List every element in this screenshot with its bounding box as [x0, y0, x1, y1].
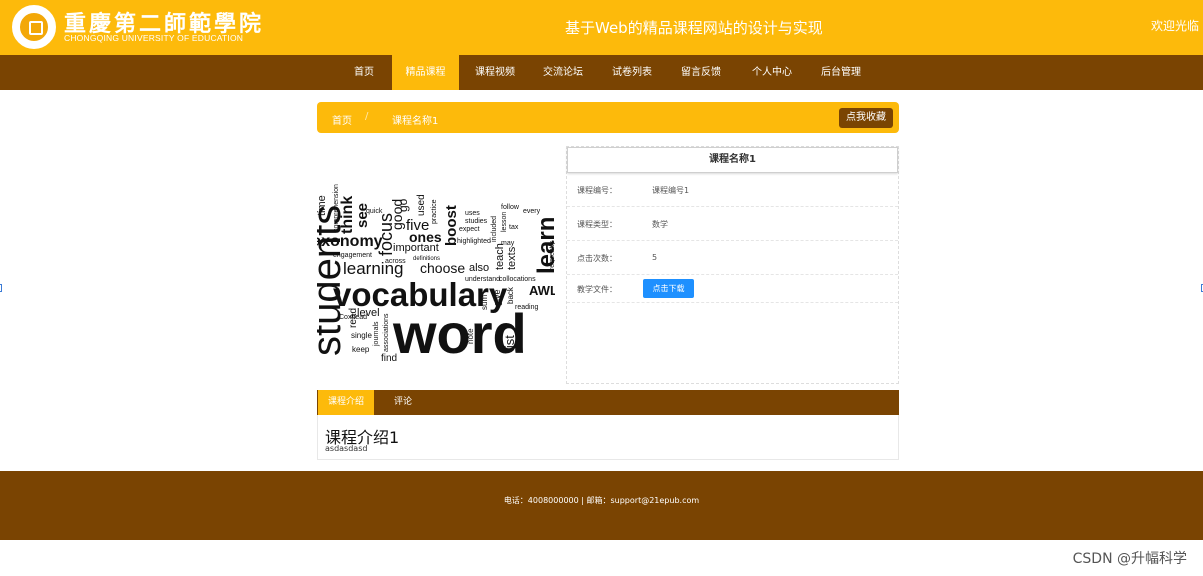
breadcrumb: 首页 / 课程名称1 点我收藏	[317, 102, 899, 133]
intro-text: asdasdasd	[325, 444, 368, 453]
field-label: 点击次数：	[577, 254, 617, 263]
info-row-clicks: 点击次数： 5	[567, 241, 898, 275]
cloud-word: keep	[352, 345, 370, 354]
cloud-word: expect	[459, 226, 480, 233]
cloud-word: choose	[420, 260, 466, 276]
cloud-word: time	[317, 195, 328, 216]
field-value: 数学	[652, 220, 668, 229]
tab-course-intro[interactable]: 课程介绍	[318, 390, 374, 415]
cloud-word: collocations	[499, 276, 536, 283]
cloud-word: frequently	[549, 241, 555, 272]
download-button[interactable]: 点击下载	[643, 279, 694, 298]
cloud-word: teach	[494, 243, 506, 270]
welcome-text: 欢迎光临	[1150, 19, 1199, 33]
cloud-word: included	[491, 215, 498, 242]
nav-item-home[interactable]: 首页	[342, 55, 386, 90]
course-cover-image: students vocabulary word learning focus …	[317, 146, 555, 374]
nav-item-exams[interactable]: 试卷列表	[603, 55, 661, 90]
breadcrumb-home[interactable]: 首页	[332, 112, 352, 127]
tab-comments[interactable]: 评论	[383, 390, 423, 415]
cloud-word: sum	[480, 294, 489, 310]
field-value: 5	[652, 253, 658, 262]
cloud-word: AWL	[529, 283, 555, 298]
favorite-button[interactable]: 点我收藏	[839, 108, 893, 128]
course-title: 课程名称1	[567, 147, 898, 173]
nav-item-videos[interactable]: 课程视频	[466, 55, 524, 90]
resize-handle-left[interactable]	[0, 284, 2, 292]
school-logo[interactable]	[12, 5, 56, 49]
cloud-word: note	[466, 328, 475, 344]
field-label: 教学文件：	[577, 285, 617, 294]
cloud-word: Coxhead	[339, 314, 368, 321]
school-name-en: CHONGQING UNIVERSITY OF EDUCATION	[64, 33, 244, 43]
cloud-word: single	[351, 331, 372, 340]
field-label: 课程类型：	[577, 220, 617, 229]
cloud-word: reading	[515, 304, 539, 311]
nav-item-feedback[interactable]: 留言反馈	[672, 55, 730, 90]
cloud-word: across	[385, 258, 406, 265]
course-info-panel: 课程名称1 课程编号： 课程编号1 课程类型： 数学 点击次数： 5 教学文件：…	[566, 146, 899, 384]
info-row-file: 教学文件： 点击下载	[567, 275, 898, 303]
cloud-word: used	[416, 194, 427, 216]
footer-contact: 电话：4008000000 | 邮箱：support@21epub.com	[503, 496, 700, 505]
cloud-word: engagement	[333, 252, 372, 259]
course-tabs: 课程介绍 评论	[317, 390, 899, 415]
cloud-word: go	[396, 198, 410, 212]
cloud-word: ones	[409, 229, 442, 245]
cloud-word: every	[523, 208, 541, 215]
cloud-word: uses	[465, 210, 480, 217]
cloud-word: taxonomy	[317, 233, 383, 250]
nav-item-forum[interactable]: 交流论坛	[534, 55, 592, 90]
site-footer: 电话：4008000000 | 邮箱：support@21epub.com	[0, 471, 1203, 540]
cloud-word: texts	[506, 246, 518, 270]
nav-item-courses[interactable]: 精品课程	[392, 55, 459, 90]
main-nav: 首页 精品课程 课程视频 交流论坛 试卷列表 留言反馈 个人中心 后台管理	[0, 55, 1203, 90]
logo-seal-icon	[18, 11, 50, 43]
cloud-word: associations	[383, 313, 390, 352]
cloud-word: definitions	[413, 256, 441, 262]
cloud-word: highlighted	[457, 238, 491, 245]
cloud-word: find	[381, 353, 398, 364]
nav-item-profile[interactable]: 个人中心	[743, 55, 801, 90]
watermark: CSDN @升幅科学	[1072, 551, 1187, 567]
page: 重慶第二師範學院 CHONGQING UNIVERSITY OF EDUCATI…	[0, 0, 1203, 576]
field-value: 课程编号1	[652, 186, 690, 195]
cloud-word: lesson	[501, 211, 508, 232]
cloud-word: comprehension	[333, 184, 340, 232]
site-header: 重慶第二師範學院 CHONGQING UNIVERSITY OF EDUCATI…	[0, 0, 1203, 55]
nav-item-admin[interactable]: 后台管理	[812, 55, 870, 90]
cloud-word: understand	[465, 276, 501, 283]
site-title: 基于Web的精品课程网站的设计与实现	[565, 19, 823, 37]
cloud-word: tax	[509, 224, 519, 231]
info-row-code: 课程编号： 课程编号1	[567, 173, 898, 207]
cloud-word: follow	[501, 204, 519, 211]
cloud-word: back	[506, 287, 515, 304]
cloud-word: practice	[431, 199, 438, 224]
breadcrumb-current: 课程名称1	[392, 116, 439, 127]
cloud-word: journals	[373, 321, 380, 346]
cloud-word: see	[354, 202, 371, 228]
cloud-word: studies	[465, 218, 488, 225]
cloud-word: quick	[366, 208, 383, 215]
cloud-word: also	[469, 262, 490, 274]
tab-content: 课程介绍1 asdasdasd	[317, 415, 899, 460]
cloud-word: list	[502, 335, 517, 351]
breadcrumb-separator: /	[365, 111, 369, 122]
cloud-word: word	[393, 302, 527, 365]
cloud-word: give	[492, 289, 502, 306]
field-label: 课程编号：	[577, 186, 617, 195]
info-row-type: 课程类型： 数学	[567, 207, 898, 241]
